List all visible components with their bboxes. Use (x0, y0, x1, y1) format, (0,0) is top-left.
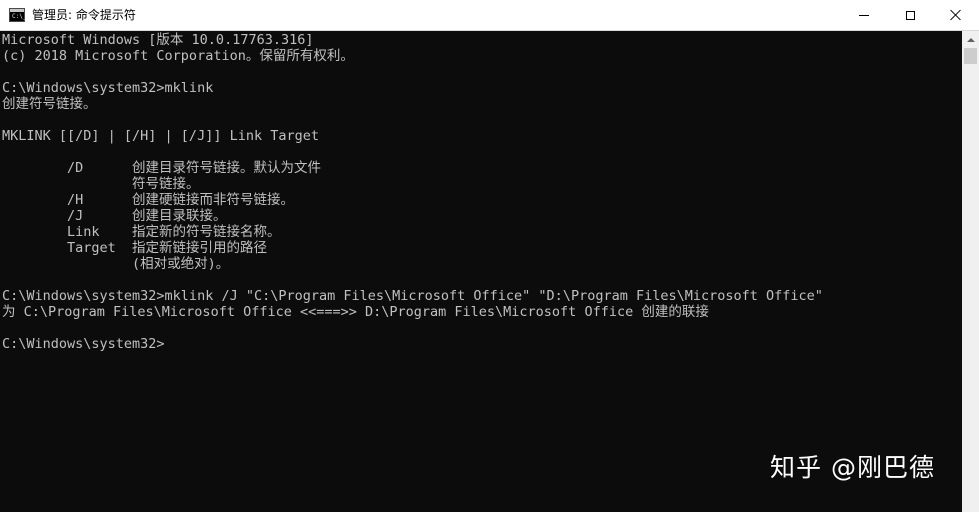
title-bar[interactable]: C:\_ 管理员: 命令提示符 (0, 0, 979, 31)
vertical-scrollbar[interactable] (962, 31, 979, 512)
console-line: Target 指定新链接引用的路径 (2, 240, 268, 256)
minimize-button[interactable] (841, 0, 887, 30)
close-button[interactable] (933, 0, 979, 30)
window-title: 管理员: 命令提示符 (32, 8, 136, 22)
console-line: 为 C:\Program Files\Microsoft Office <<==… (2, 304, 709, 320)
console-line: Link 指定新的符号链接名称。 (2, 224, 281, 240)
maximize-icon (905, 10, 915, 20)
minimize-icon (859, 14, 869, 16)
close-icon (950, 9, 962, 21)
console-line: /H 创建硬链接而非符号链接。 (2, 192, 295, 208)
zhihu-watermark: 知乎 @刚巴德 (770, 453, 935, 482)
console-prompt-line: C:\Windows\system32> (2, 336, 165, 352)
console-line: Microsoft Windows [版本 10.0.17763.316] (2, 32, 314, 48)
scroll-thumb[interactable] (964, 48, 977, 64)
scroll-up-button[interactable] (962, 31, 979, 48)
console-line: 符号链接。 (2, 176, 200, 192)
cmd-icon[interactable]: C:\_ (9, 8, 27, 22)
maximize-button[interactable] (887, 0, 933, 30)
console-line: (相对或绝对)。 (2, 256, 230, 272)
console-output[interactable]: Microsoft Windows [版本 10.0.17763.316] (c… (0, 31, 962, 512)
console-line: /J 创建目录联接。 (2, 208, 227, 224)
console-line: MKLINK [[/D] | [/H] | [/J]] Link Target (2, 128, 319, 144)
cmd-icon-prompt: C:\_ (12, 13, 27, 20)
console-line: 创建符号链接。 (2, 96, 97, 112)
console-line: C:\Windows\system32>mklink /J "C:\Progra… (2, 288, 823, 304)
console-line: (c) 2018 Microsoft Corporation。保留所有权利。 (2, 48, 354, 64)
console-line: /D 创建目录符号链接。默认为文件 (2, 160, 322, 176)
console-line: C:\Windows\system32>mklink (2, 80, 214, 96)
chevron-up-icon (966, 37, 975, 42)
cmd-window: C:\_ 管理员: 命令提示符 Microsoft Windows [版本 10… (0, 0, 979, 512)
